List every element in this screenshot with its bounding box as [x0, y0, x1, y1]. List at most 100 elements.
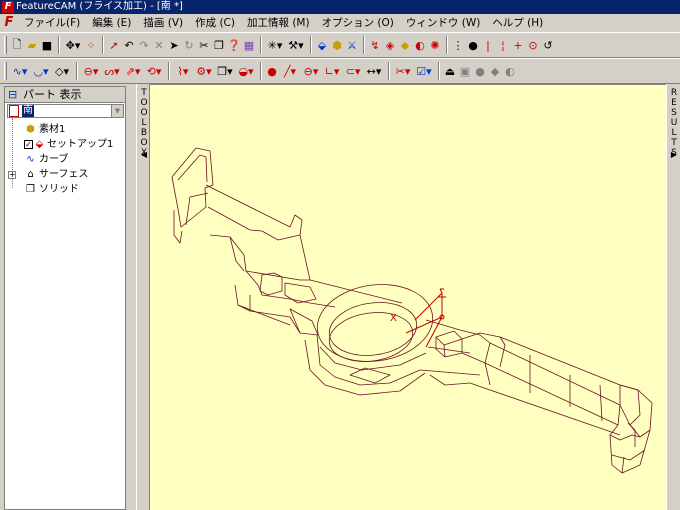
trim-tool-icon[interactable]: ✂▾: [393, 63, 413, 79]
part-view-panel: ⊟ パート 表示 南 ▼ ⬢ 素材1 ✓ ⬙ セットアップ1 ∿ カーブ + ⌂…: [4, 86, 126, 510]
tree-item-label: サーフェス: [39, 169, 89, 180]
new-file-icon[interactable]: 🗋: [10, 37, 24, 53]
pan-icon[interactable]: ✥▾: [63, 37, 83, 53]
spline-tool-icon[interactable]: ᔕ▾: [102, 63, 122, 79]
results-tab[interactable]: RESULTS ▶: [666, 84, 680, 510]
cad-viewport[interactable]: X: [150, 84, 666, 510]
solid-icon: ❒: [26, 184, 35, 195]
snap-point-icon[interactable]: ✳▾: [265, 37, 285, 53]
book-icon[interactable]: ▦: [242, 37, 256, 53]
open-folder-icon[interactable]: ▰: [25, 37, 39, 53]
menu-edit[interactable]: 編集 (E): [86, 14, 137, 32]
box-tool-icon[interactable]: ❒▾: [215, 63, 235, 79]
check-tool-icon[interactable]: ☑▾: [414, 63, 434, 79]
redo-icon[interactable]: ↷: [137, 37, 151, 53]
menu-help[interactable]: ヘルプ (H): [486, 14, 549, 32]
menu-view[interactable]: 描画 (V): [137, 14, 189, 32]
menu-create[interactable]: 作成 (C): [189, 14, 241, 32]
line-tool-icon[interactable]: ╱▾: [280, 63, 300, 79]
curve-tool-icon[interactable]: ∿▾: [10, 63, 30, 79]
feature-icon[interactable]: ⬢: [330, 37, 344, 53]
document-icon[interactable]: F: [2, 16, 16, 30]
feature-view-icon[interactable]: ◆: [398, 37, 412, 53]
part-selector[interactable]: 南 ▼: [7, 104, 124, 118]
transform-tool-icon[interactable]: ⇗▾: [123, 63, 143, 79]
tree-item-stock[interactable]: ⬢ 素材1: [5, 122, 125, 137]
vertical-line-icon[interactable]: |: [481, 37, 495, 53]
part-tree-icon: ⊟: [8, 88, 18, 101]
rotate-icon[interactable]: ↺: [541, 37, 555, 53]
menu-window[interactable]: ウィンドウ (W): [400, 14, 486, 32]
tree-item-surface[interactable]: + ⌂ サーフェス: [5, 167, 125, 182]
setup-icon: ⬙: [35, 139, 44, 150]
pointer-icon[interactable]: ➤: [167, 37, 181, 53]
eject-icon[interactable]: ⏏: [443, 63, 457, 79]
menu-bar: F ファイル(F) 編集 (E) 描画 (V) 作成 (C) 加工情報 (M) …: [0, 14, 680, 32]
toolpath-icon[interactable]: ⚔: [345, 37, 359, 53]
shaded-view-icon[interactable]: ▣: [458, 63, 472, 79]
wire-view-icon[interactable]: ◐: [503, 63, 517, 79]
help-pointer-icon[interactable]: ❓: [227, 37, 241, 53]
surface-tool-icon[interactable]: ⌇▾: [173, 63, 193, 79]
mesh-tool-icon[interactable]: ⚙▾: [194, 63, 214, 79]
circle-center-icon[interactable]: ⊙: [526, 37, 540, 53]
tree-item-setup[interactable]: ✓ ⬙ セットアップ1: [5, 137, 125, 152]
snap-mode-icon[interactable]: ⚒▾: [286, 37, 306, 53]
app-logo-icon: F: [2, 1, 14, 13]
regen-icon[interactable]: ↻: [182, 37, 196, 53]
menu-file[interactable]: ファイル(F): [18, 14, 86, 32]
solid-tool-icon[interactable]: ◒▾: [236, 63, 256, 79]
toolbox-tab[interactable]: TOOLBOX ◀: [136, 84, 150, 510]
arc-tool-icon[interactable]: ◡▾: [31, 63, 51, 79]
vertical-line2-icon[interactable]: ¦: [496, 37, 510, 53]
circle2-tool-icon[interactable]: ⊖▾: [301, 63, 321, 79]
copy-icon[interactable]: ❐: [212, 37, 226, 53]
grid-icon[interactable]: ⋮: [451, 37, 465, 53]
cross-icon[interactable]: +: [511, 37, 525, 53]
sphere-view-icon[interactable]: ●: [473, 63, 487, 79]
points-icon[interactable]: ⁘: [84, 37, 98, 53]
stock-icon: ⬢: [26, 124, 35, 135]
surface-icon: ⌂: [27, 169, 34, 180]
tree-item-label: カーブ: [39, 154, 69, 165]
machine-view-icon[interactable]: ✺: [428, 37, 442, 53]
expand-icon[interactable]: +: [8, 171, 16, 179]
point-tool-icon[interactable]: ●: [265, 63, 279, 79]
collapse-left-icon[interactable]: ◀: [139, 150, 149, 160]
corner-tool-icon[interactable]: ∟▾: [322, 63, 342, 79]
chevron-down-icon[interactable]: ▼: [111, 105, 123, 117]
tree-item-curve[interactable]: ∿ カーブ: [5, 152, 125, 167]
stock-view-icon[interactable]: ◈: [383, 37, 397, 53]
part-tree: ⬢ 素材1 ✓ ⬙ セットアップ1 ∿ カーブ + ⌂ サーフェス ❒ ソリッド: [5, 118, 125, 197]
window-title: FeatureCAM (フライス加工) - [南 *]: [16, 1, 183, 12]
title-bar: F FeatureCAM (フライス加工) - [南 *]: [0, 0, 680, 14]
part-document-icon: [9, 105, 19, 117]
part-view-header: ⊟ パート 表示: [5, 87, 125, 103]
part-wireframe: X: [171, 147, 653, 474]
tree-item-solid[interactable]: ❒ ソリッド: [5, 182, 125, 197]
save-icon[interactable]: ■: [40, 37, 54, 53]
collapse-right-icon[interactable]: ▶: [669, 150, 679, 160]
menu-manufacturing[interactable]: 加工情報 (M): [241, 14, 316, 32]
checkbox-icon[interactable]: ✓: [24, 140, 33, 149]
select-arrow-icon[interactable]: ➚: [107, 37, 121, 53]
undo-icon[interactable]: ↶: [122, 37, 136, 53]
cut-icon[interactable]: ✂: [197, 37, 211, 53]
toolbox-label: TOOLBOX: [140, 88, 148, 158]
offset-tool-icon[interactable]: ⟲▾: [144, 63, 164, 79]
tree-item-label: 素材1: [39, 124, 66, 135]
simulate-icon[interactable]: ↯: [368, 37, 382, 53]
part-view-title: パート 表示: [23, 88, 82, 101]
menu-options[interactable]: オプション (O): [316, 14, 400, 32]
wizard-icon[interactable]: ⬙: [315, 37, 329, 53]
geometry-toolbar: ∿▾ ◡▾ ◇▾ ⊖▾ ᔕ▾ ⇗▾ ⟲▾ ⌇▾ ⚙▾ ❒▾ ◒▾ ● ╱▾ ⊖▾…: [0, 58, 680, 84]
tool-view-icon[interactable]: ◐: [413, 37, 427, 53]
point-dot-icon[interactable]: ●: [466, 37, 480, 53]
diamond-view-icon[interactable]: ◆: [488, 63, 502, 79]
arc2-tool-icon[interactable]: ⊂▾: [343, 63, 363, 79]
shape-tool-icon[interactable]: ◇▾: [52, 63, 72, 79]
tree-item-label: ソリッド: [39, 184, 79, 195]
delete-icon[interactable]: ✕: [152, 37, 166, 53]
circle-tool-icon[interactable]: ⊖▾: [81, 63, 101, 79]
dimension-tool-icon[interactable]: ↔▾: [364, 63, 384, 79]
